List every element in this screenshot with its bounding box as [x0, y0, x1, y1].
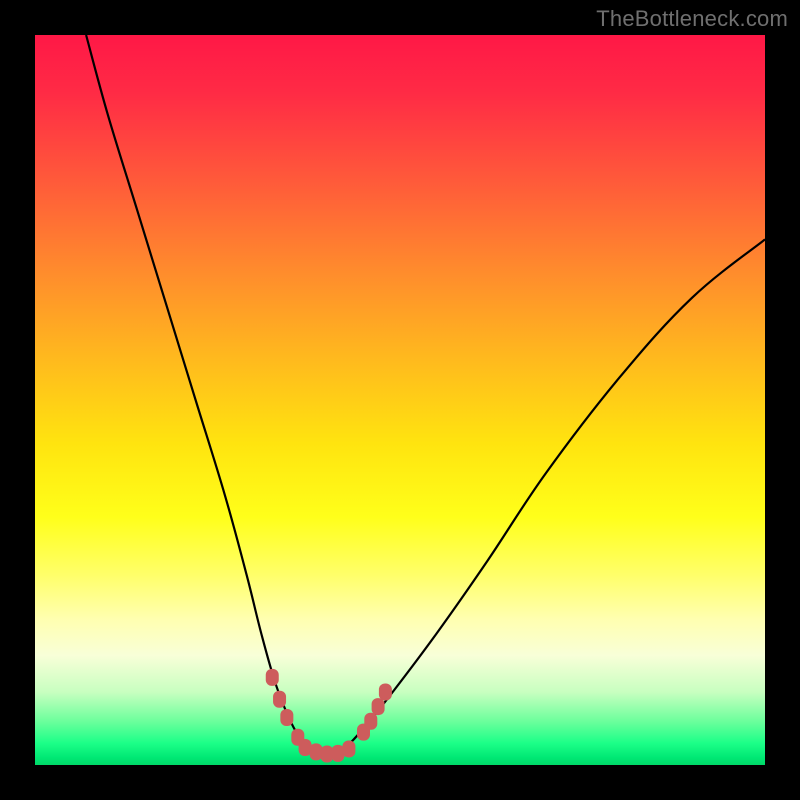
- optimal-marker: [372, 698, 385, 715]
- bottleneck-curve: [86, 35, 765, 754]
- optimal-marker: [266, 669, 279, 686]
- chart-stage: TheBottleneck.com: [0, 0, 800, 800]
- chart-overlay: [35, 35, 765, 765]
- optimal-markers: [266, 669, 392, 763]
- optimal-marker: [379, 684, 392, 701]
- watermark-text: TheBottleneck.com: [596, 6, 788, 32]
- optimal-marker: [364, 713, 377, 730]
- optimal-marker: [280, 709, 293, 726]
- optimal-marker: [273, 691, 286, 708]
- optimal-marker: [342, 740, 355, 757]
